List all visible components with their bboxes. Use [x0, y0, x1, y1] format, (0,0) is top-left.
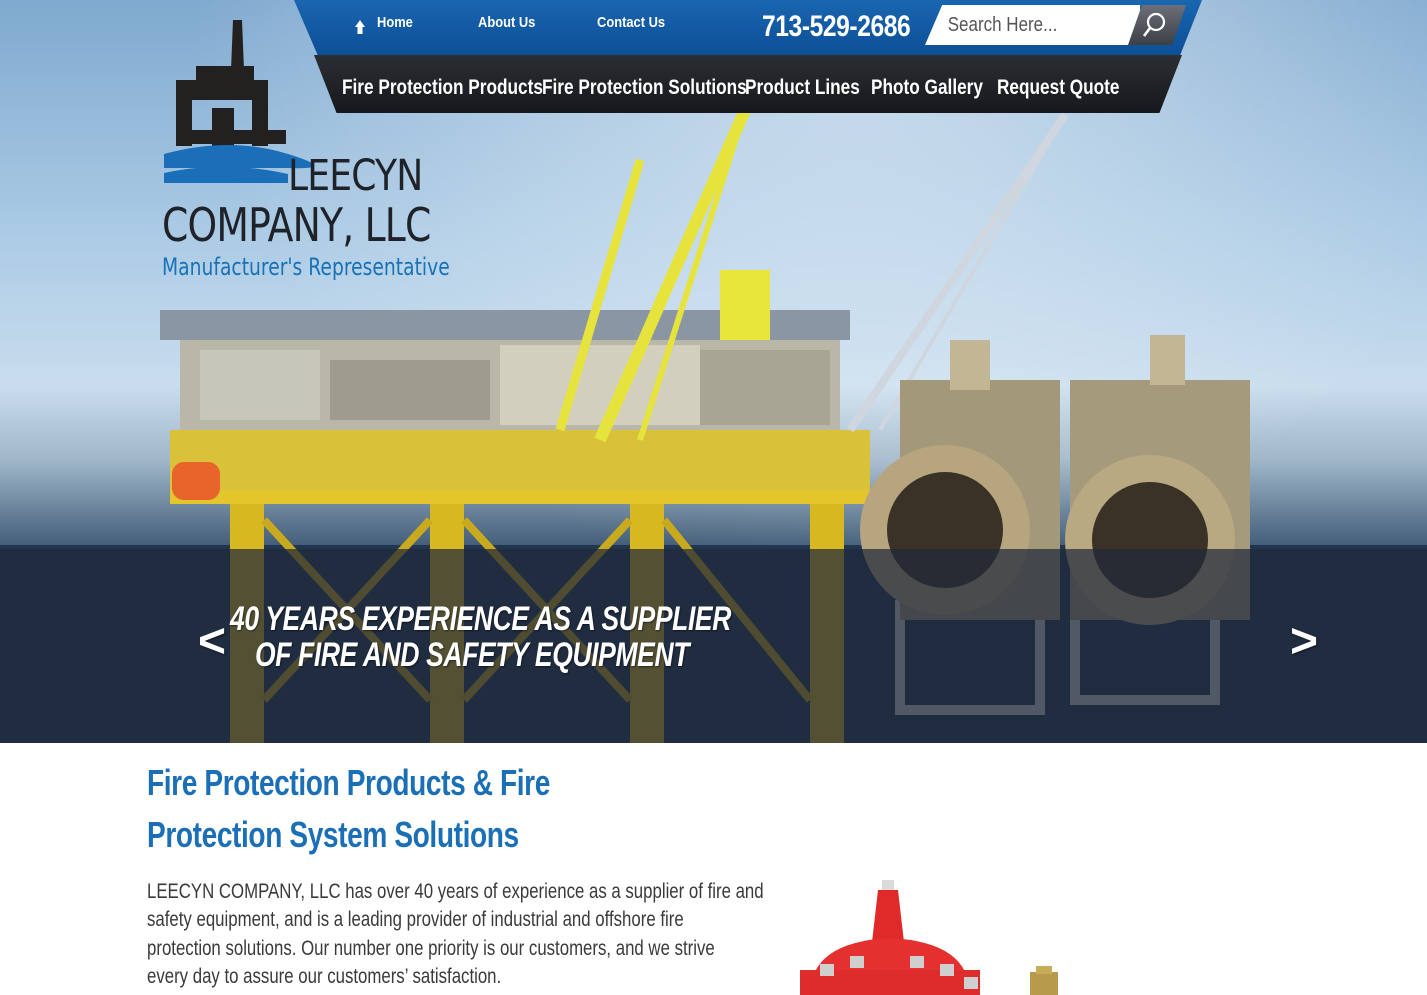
intro-text-line1: LEECYN COMPANY, LLC has over 40 years of… [147, 880, 764, 903]
slide-caption-line1: 40 YEARS EXPERIENCE AS A SUPPLIER [230, 600, 731, 638]
logo-tagline: Manufacturer's Representative [162, 253, 450, 281]
search-input[interactable] [946, 7, 1103, 43]
home-link[interactable]: Home [377, 14, 413, 31]
phone-number[interactable]: 713-529-2686 [762, 10, 911, 44]
about-us-link[interactable]: About Us [478, 14, 535, 31]
nav-request-quote[interactable]: Request Quote [997, 76, 1119, 100]
home-icon[interactable] [355, 20, 365, 34]
nav-fire-protection-solutions[interactable]: Fire Protection Solutions [542, 76, 747, 100]
page-heading-line1: Fire Protection Products & Fire [147, 762, 550, 803]
logo-leecyn: LEECYN [288, 151, 423, 201]
nav-photo-gallery[interactable]: Photo Gallery [871, 76, 983, 100]
intro-text-line2: safety equipment, and is a leading provi… [147, 908, 684, 931]
intro-text-line3: protection solutions. Our number one pri… [147, 937, 715, 960]
slide-caption-line2: OF FIRE AND SAFETY EQUIPMENT [255, 636, 690, 674]
logo-company-llc: COMPANY, LLC [162, 198, 431, 252]
intro-text-line4: every day to assure our customers’ satis… [147, 965, 502, 988]
slider-next-arrow[interactable]: > [1290, 614, 1318, 669]
page-heading-line2: Protection System Solutions [147, 814, 519, 855]
red-valve-product-image [800, 880, 1058, 995]
slider-prev-arrow[interactable]: < [198, 614, 226, 669]
hero-banner: LEECYN COMPANY, LLC Manufacturer's Repre… [0, 0, 1427, 743]
nav-product-lines[interactable]: Product Lines [745, 76, 860, 100]
contact-us-link[interactable]: Contact Us [597, 14, 665, 31]
nav-fire-protection-products[interactable]: Fire Protection Products [342, 76, 543, 100]
